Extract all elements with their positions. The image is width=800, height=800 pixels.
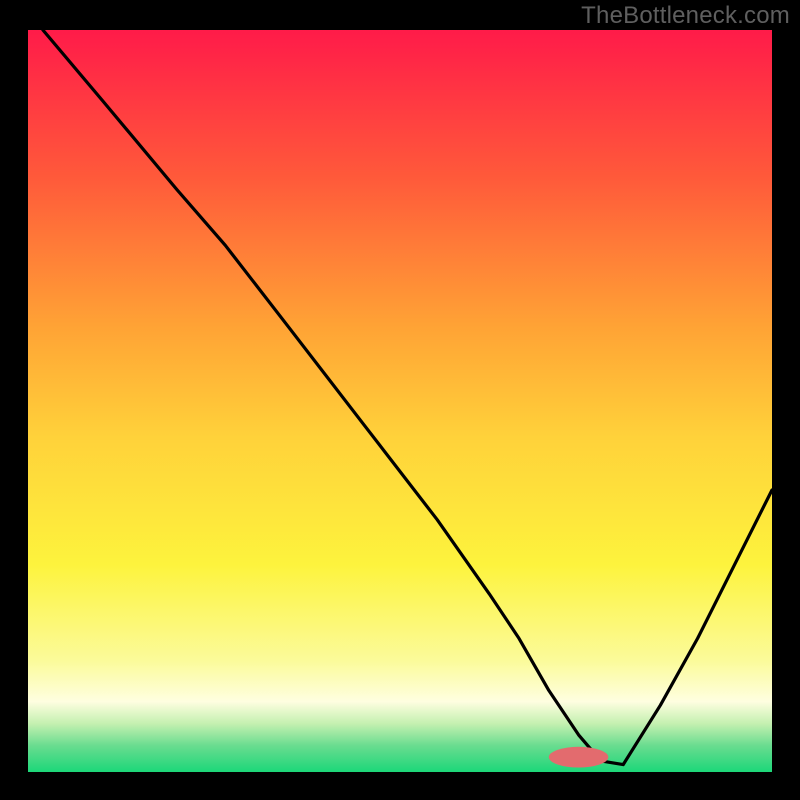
- plot-background: [28, 30, 772, 772]
- bottleneck-chart: [28, 30, 772, 772]
- watermark-text: TheBottleneck.com: [581, 2, 790, 30]
- optimal-marker: [549, 747, 609, 768]
- chart-frame: TheBottleneck.com: [0, 0, 800, 800]
